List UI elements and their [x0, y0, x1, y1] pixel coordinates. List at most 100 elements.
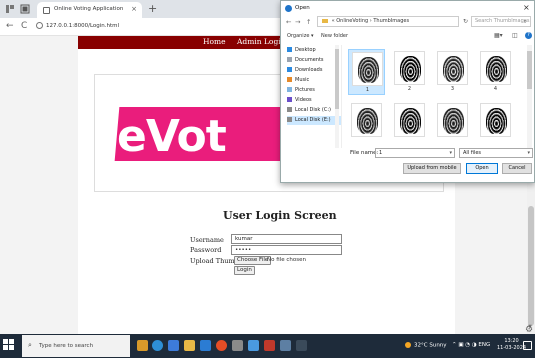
documents-icon: [287, 57, 292, 62]
downloads-icon: [287, 67, 292, 72]
windows-start-icon[interactable]: [3, 339, 15, 351]
page-margin-left: [0, 36, 78, 334]
sun-icon: [405, 342, 411, 348]
drive-icon: [287, 107, 292, 112]
taskbar-search-input[interactable]: ⌕ Type here to search: [22, 335, 130, 357]
dialog-forward-icon[interactable]: →: [295, 18, 300, 26]
sidebar-item-local-disk-e[interactable]: Local Disk (E:): [287, 116, 341, 125]
videos-icon: [287, 97, 292, 102]
back-icon[interactable]: ←: [6, 21, 14, 31]
choose-file-button[interactable]: Choose File: [234, 256, 272, 265]
dialog-close-icon[interactable]: ×: [523, 3, 530, 12]
news-widget-icon[interactable]: [137, 340, 148, 351]
app-menu-icon[interactable]: [5, 4, 15, 14]
app-icon[interactable]: [248, 340, 259, 351]
help-icon[interactable]: ?: [525, 32, 532, 39]
reload-icon[interactable]: C: [21, 21, 27, 31]
file-name-caption: 3: [450, 86, 455, 92]
file-type-select[interactable]: All files ▾: [459, 148, 533, 158]
upload-from-mobile-button[interactable]: Upload from mobile: [403, 163, 461, 174]
refresh-icon[interactable]: ↻: [463, 18, 468, 25]
app-icon[interactable]: [280, 340, 291, 351]
sidebar-item-music[interactable]: Music: [287, 76, 341, 85]
search-icon: ⌕: [523, 18, 527, 25]
tab-online-voting[interactable]: Online Voting Application ×: [37, 2, 142, 18]
file-name-caption: 2: [407, 86, 412, 92]
chevron-down-icon[interactable]: ▾: [449, 149, 452, 157]
file-thumb[interactable]: [477, 101, 514, 147]
file-thumb[interactable]: 3: [434, 49, 471, 95]
username-input[interactable]: kumar: [231, 234, 342, 244]
file-type-value: All files: [463, 150, 482, 156]
new-tab-icon[interactable]: +: [148, 2, 157, 15]
path-segment-thumbimages[interactable]: ThumbImages: [373, 18, 409, 24]
sidebar-scrollbar[interactable]: [335, 45, 339, 148]
thumbnail-grid: 1 2 3 4: [344, 45, 526, 148]
new-folder-button[interactable]: New folder: [321, 33, 348, 39]
organize-menu[interactable]: Organize ▾: [287, 33, 314, 39]
dialog-back-icon[interactable]: ←: [286, 18, 291, 26]
password-input[interactable]: •••••: [231, 245, 342, 255]
sidebar-item-local-disk-c[interactable]: Local Disk (C:): [287, 106, 341, 115]
file-thumb[interactable]: 1: [348, 49, 385, 95]
fingerprint-image: [437, 103, 468, 137]
tab-actions-icon[interactable]: [20, 4, 30, 14]
app-icon[interactable]: [264, 340, 275, 351]
dialog-toolbar: Organize ▾ New folder ▦▾ ◫ ?: [281, 31, 534, 43]
language-indicator[interactable]: ENG: [478, 342, 490, 348]
open-file-dialog: Open × ← → ↑ « OnlineVoting › ThumbImage…: [280, 0, 535, 183]
cancel-button[interactable]: Cancel: [502, 163, 532, 174]
file-thumb[interactable]: [434, 101, 471, 147]
file-explorer-icon[interactable]: [168, 340, 179, 351]
dialog-search-input[interactable]: Search ThumbImages ⌕: [471, 16, 531, 27]
open-button[interactable]: Open: [466, 163, 498, 174]
content-scroll-thumb[interactable]: [527, 51, 532, 89]
system-tray[interactable]: ⌃ ▣ ◔ ◑ ENG: [452, 342, 490, 348]
file-name-caption: 4: [493, 86, 498, 92]
preview-pane-icon[interactable]: ◫: [512, 32, 518, 39]
file-thumb[interactable]: 4: [477, 49, 514, 95]
task-view-icon[interactable]: [152, 340, 163, 351]
fingerprint-image: [480, 51, 511, 85]
nav-admin-login-link[interactable]: Admin Login: [237, 37, 285, 46]
sidebar-item-pictures[interactable]: Pictures: [287, 86, 341, 95]
content-scrollbar[interactable]: [527, 45, 532, 148]
evote-logo-text: eVot: [117, 111, 227, 162]
weather-widget[interactable]: 32°C Sunny: [405, 342, 447, 349]
scrollbar-thumb[interactable]: [528, 206, 534, 326]
folder-path-bar[interactable]: « OnlineVoting › ThumbImages: [317, 16, 459, 27]
folder-icon: [322, 18, 328, 23]
nav-home-link[interactable]: Home: [203, 37, 226, 46]
sidebar-item-videos[interactable]: Videos: [287, 96, 341, 105]
store-icon[interactable]: [200, 340, 211, 351]
taskbar-search-placeholder: Type here to search: [39, 343, 94, 349]
clock[interactable]: 13:20 11-03-2024: [497, 338, 526, 352]
file-chosen-status: No file chosen: [267, 257, 306, 263]
music-icon: [287, 77, 292, 82]
close-tab-icon[interactable]: ×: [131, 5, 137, 13]
sidebar-item-desktop[interactable]: Desktop: [287, 46, 341, 55]
notification-icon[interactable]: [523, 341, 532, 350]
file-thumb[interactable]: [391, 101, 428, 147]
sidebar-item-downloads[interactable]: Downloads: [287, 66, 341, 75]
file-name-caption: 1: [365, 87, 370, 93]
tab-title: Online Voting Application: [54, 6, 124, 12]
file-name-input[interactable]: 1 ▾: [375, 148, 455, 158]
file-name-value: 1: [379, 150, 383, 156]
calculator-icon[interactable]: [232, 340, 243, 351]
folder-icon[interactable]: [184, 340, 195, 351]
site-info-icon[interactable]: [36, 22, 43, 29]
sidebar-scroll-thumb[interactable]: [335, 49, 339, 109]
view-options-icon[interactable]: ▦▾: [494, 32, 503, 39]
file-thumb[interactable]: 2: [391, 49, 428, 95]
dialog-title: Open: [295, 5, 310, 11]
app-icon[interactable]: [296, 340, 307, 351]
login-button[interactable]: Login: [234, 266, 255, 275]
dialog-up-icon[interactable]: ↑: [306, 18, 311, 26]
file-thumb[interactable]: [348, 101, 385, 147]
path-segment-onlinevoting[interactable]: OnlineVoting: [336, 18, 368, 24]
chrome-icon[interactable]: [216, 340, 227, 351]
url-field[interactable]: 127.0.0.1:8000/Login.html: [46, 23, 119, 29]
clock-date: 11-03-2024: [497, 345, 527, 351]
sidebar-item-documents[interactable]: Documents: [287, 56, 341, 65]
